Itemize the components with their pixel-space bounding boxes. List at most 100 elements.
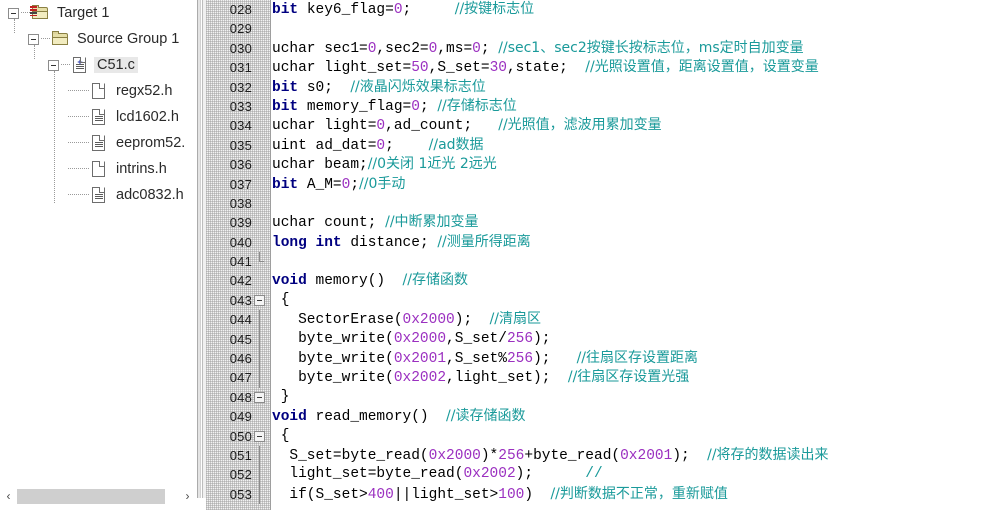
token-num: 256 — [506, 351, 534, 368]
code-line[interactable]: 035 uint ad_dat=0; //ad数据 — [206, 136, 1005, 155]
token-plain: distance; — [350, 234, 438, 251]
tree-item-target-1[interactable]: Target 1 — [0, 0, 196, 26]
tree-item-regx52-h[interactable]: regx52.h — [0, 78, 196, 104]
code-line[interactable]: 042 void memory() //存储函数 — [206, 271, 1005, 290]
project-tree[interactable]: Target 1 Source Group 1 + C51.c regx52.h lcd1… — [0, 0, 196, 482]
token-plain: ,ms= — [437, 40, 473, 57]
code-line-text: if(S_set>400||light_set>100) //判断数据不正常，重… — [272, 485, 728, 505]
tree-item-source-group-1[interactable]: Source Group 1 — [0, 26, 196, 52]
tree-item-eeprom52-[interactable]: eeprom52. — [0, 130, 196, 156]
code-line-text: bit A_M=0;//0手动 — [272, 175, 405, 195]
token-cmt: //ad数据 — [428, 136, 484, 153]
token-num: 0 — [472, 40, 481, 57]
code-line-text: bit key6_flag=0; //按键标志位 — [272, 0, 534, 20]
token-cmt: //按键标志位 — [454, 1, 535, 17]
token-num: 0 — [393, 2, 403, 18]
collapse-expander-icon[interactable] — [48, 59, 59, 71]
tree-connector-line — [68, 90, 89, 92]
fold-guide-line — [259, 310, 260, 330]
tree-item-intrins-h[interactable]: intrins.h — [0, 156, 196, 182]
token-cmt: //存储函数 — [402, 272, 468, 289]
code-line[interactable]: 045 byte_write(0x2000,S_set/256); — [206, 329, 1005, 350]
source-code-editor[interactable]: 028 bit key6_flag=0; //按键标志位 029 030 uchar s… — [206, 0, 1005, 510]
project-tree-horizontal-scrollbar[interactable]: ‹ › — [0, 482, 196, 510]
code-line-text: bit s0; //液晶闪烁效果标志位 — [272, 78, 486, 98]
code-surface[interactable]: 028 bit key6_flag=0; //按键标志位 029 030 uchar s… — [206, 0, 1005, 510]
token-plain: ; — [385, 137, 429, 154]
code-line[interactable]: 030 uchar sec1=0,sec2=0,ms=0; //sec1、sec2… — [206, 39, 1005, 58]
token-plain: uchar sec1= — [272, 40, 368, 57]
fold-toggle-icon[interactable] — [254, 430, 265, 442]
code-line[interactable]: 038 — [206, 194, 1005, 213]
code-line[interactable]: 046 byte_write(0x2001,S_set%256); //往扇区存… — [206, 349, 1005, 369]
token-cmt: //存储标志位 — [437, 97, 517, 114]
code-line[interactable]: 034 uchar light=0,ad_count; //光照值，滤波用累加变量 — [206, 116, 1005, 135]
scroll-left-arrow-icon[interactable]: ‹ — [0, 487, 17, 505]
scrollbar-thumb[interactable] — [17, 488, 165, 504]
token-plain: ,state; — [506, 60, 586, 77]
code-line[interactable]: 039 uchar count; //中断累加变量 — [206, 213, 1005, 232]
splitter-bar-left — [197, 0, 201, 498]
code-line-text: uint ad_dat=0; //ad数据 — [272, 136, 484, 156]
code-line-text: void memory() //存储函数 — [272, 271, 468, 291]
line-number: 053 — [229, 486, 252, 502]
scrollbar-track[interactable] — [17, 488, 179, 504]
code-line[interactable]: 049 void read_memory() //读存储函数 — [206, 407, 1005, 426]
token-num: 256 — [506, 330, 534, 347]
token-cmt: //光照值，滤波用累加变量 — [498, 117, 662, 134]
code-line[interactable]: 052 light_set=byte_read(0x2002); // — [206, 465, 1005, 485]
token-plain: )* — [480, 447, 499, 464]
line-number: 049 — [229, 409, 252, 425]
keil-ide-window: Target 1 Source Group 1 + C51.c regx52.h lcd1… — [0, 0, 1005, 510]
code-line[interactable]: 048 } — [206, 388, 1005, 407]
code-line[interactable]: 037 bit A_M=0;//0手动 — [206, 175, 1005, 194]
code-line[interactable]: 041 — [206, 252, 1005, 271]
code-line[interactable]: 040 long int distance; //测量所得距离 — [206, 233, 1005, 252]
code-line[interactable]: 043 { — [206, 291, 1005, 310]
fold-guide-line — [259, 445, 260, 466]
scroll-right-arrow-icon[interactable]: › — [179, 487, 196, 505]
code-line[interactable]: 031 uchar light_set=50,S_set=30,state; //… — [206, 58, 1005, 77]
tree-connector-line — [68, 116, 89, 118]
code-line[interactable]: 053 if(S_set>400||light_set>100) //判断数据不… — [206, 484, 1005, 505]
code-line-text: { — [272, 291, 290, 310]
token-kw: void — [272, 409, 316, 426]
collapse-expander-icon[interactable] — [8, 7, 19, 19]
line-number: 045 — [229, 331, 252, 347]
line-number: 038 — [229, 195, 252, 211]
token-kw: bit — [272, 98, 307, 115]
tree-connector-line — [68, 194, 89, 196]
token-plain: ); — [533, 330, 551, 347]
code-line[interactable]: 051 S_set=byte_read(0x2000)*256+byte_rea… — [206, 445, 1005, 466]
code-line[interactable]: 032 bit s0; //液晶闪烁效果标志位 — [206, 78, 1005, 97]
token-plain: SectorErase( — [272, 312, 403, 329]
collapse-expander-icon[interactable] — [28, 33, 39, 45]
code-line[interactable]: 029 — [206, 19, 1005, 38]
code-line[interactable]: 044 SectorErase(0x2000); //清扇区 — [206, 310, 1005, 330]
code-line[interactable]: 036 uchar beam;//0关闭 1近光 2远光 — [206, 155, 1005, 174]
token-plain: byte_write( — [272, 370, 394, 387]
code-line-text: SectorErase(0x2000); //清扇区 — [272, 310, 541, 330]
code-line-text: uchar sec1=0,sec2=0,ms=0; //sec1、sec2按键长… — [272, 39, 804, 59]
code-line[interactable]: 050 { — [206, 427, 1005, 446]
code-line-text: byte_write(0x2002,light_set); //往扇区存设置光强 — [272, 368, 689, 388]
code-line[interactable]: 028 bit key6_flag=0; //按键标志位 — [206, 0, 1005, 19]
code-line[interactable]: 047 byte_write(0x2002,light_set); //往扇区存… — [206, 368, 1005, 388]
panel-splitter[interactable] — [196, 0, 206, 510]
tree-item-label: Target 1 — [57, 5, 110, 21]
tree-item-c51-c[interactable]: + C51.c — [0, 52, 196, 78]
tree-item-lcd1602-h[interactable]: lcd1602.h — [0, 104, 196, 130]
token-cmt: //往扇区存设置光强 — [567, 369, 690, 386]
line-number: 033 — [229, 98, 252, 114]
token-plain: ); — [533, 351, 577, 368]
token-cmt: //0关闭 1近光 2远光 — [367, 156, 497, 173]
token-num: 0 — [376, 118, 386, 135]
code-line[interactable]: 033 bit memory_flag=0; //存储标志位 — [206, 97, 1005, 116]
tree-item-label: C51.c — [94, 57, 138, 73]
fold-toggle-icon[interactable] — [254, 391, 265, 403]
fold-toggle-icon[interactable] — [254, 294, 265, 306]
token-cmt: //sec1、sec2按键长按标志位，ms定时自加变量 — [498, 39, 804, 56]
tree-item-adc0832-h[interactable]: adc0832.h — [0, 182, 196, 208]
tree-connector-line — [61, 64, 70, 66]
token-plain: ,light_set); — [446, 370, 568, 387]
